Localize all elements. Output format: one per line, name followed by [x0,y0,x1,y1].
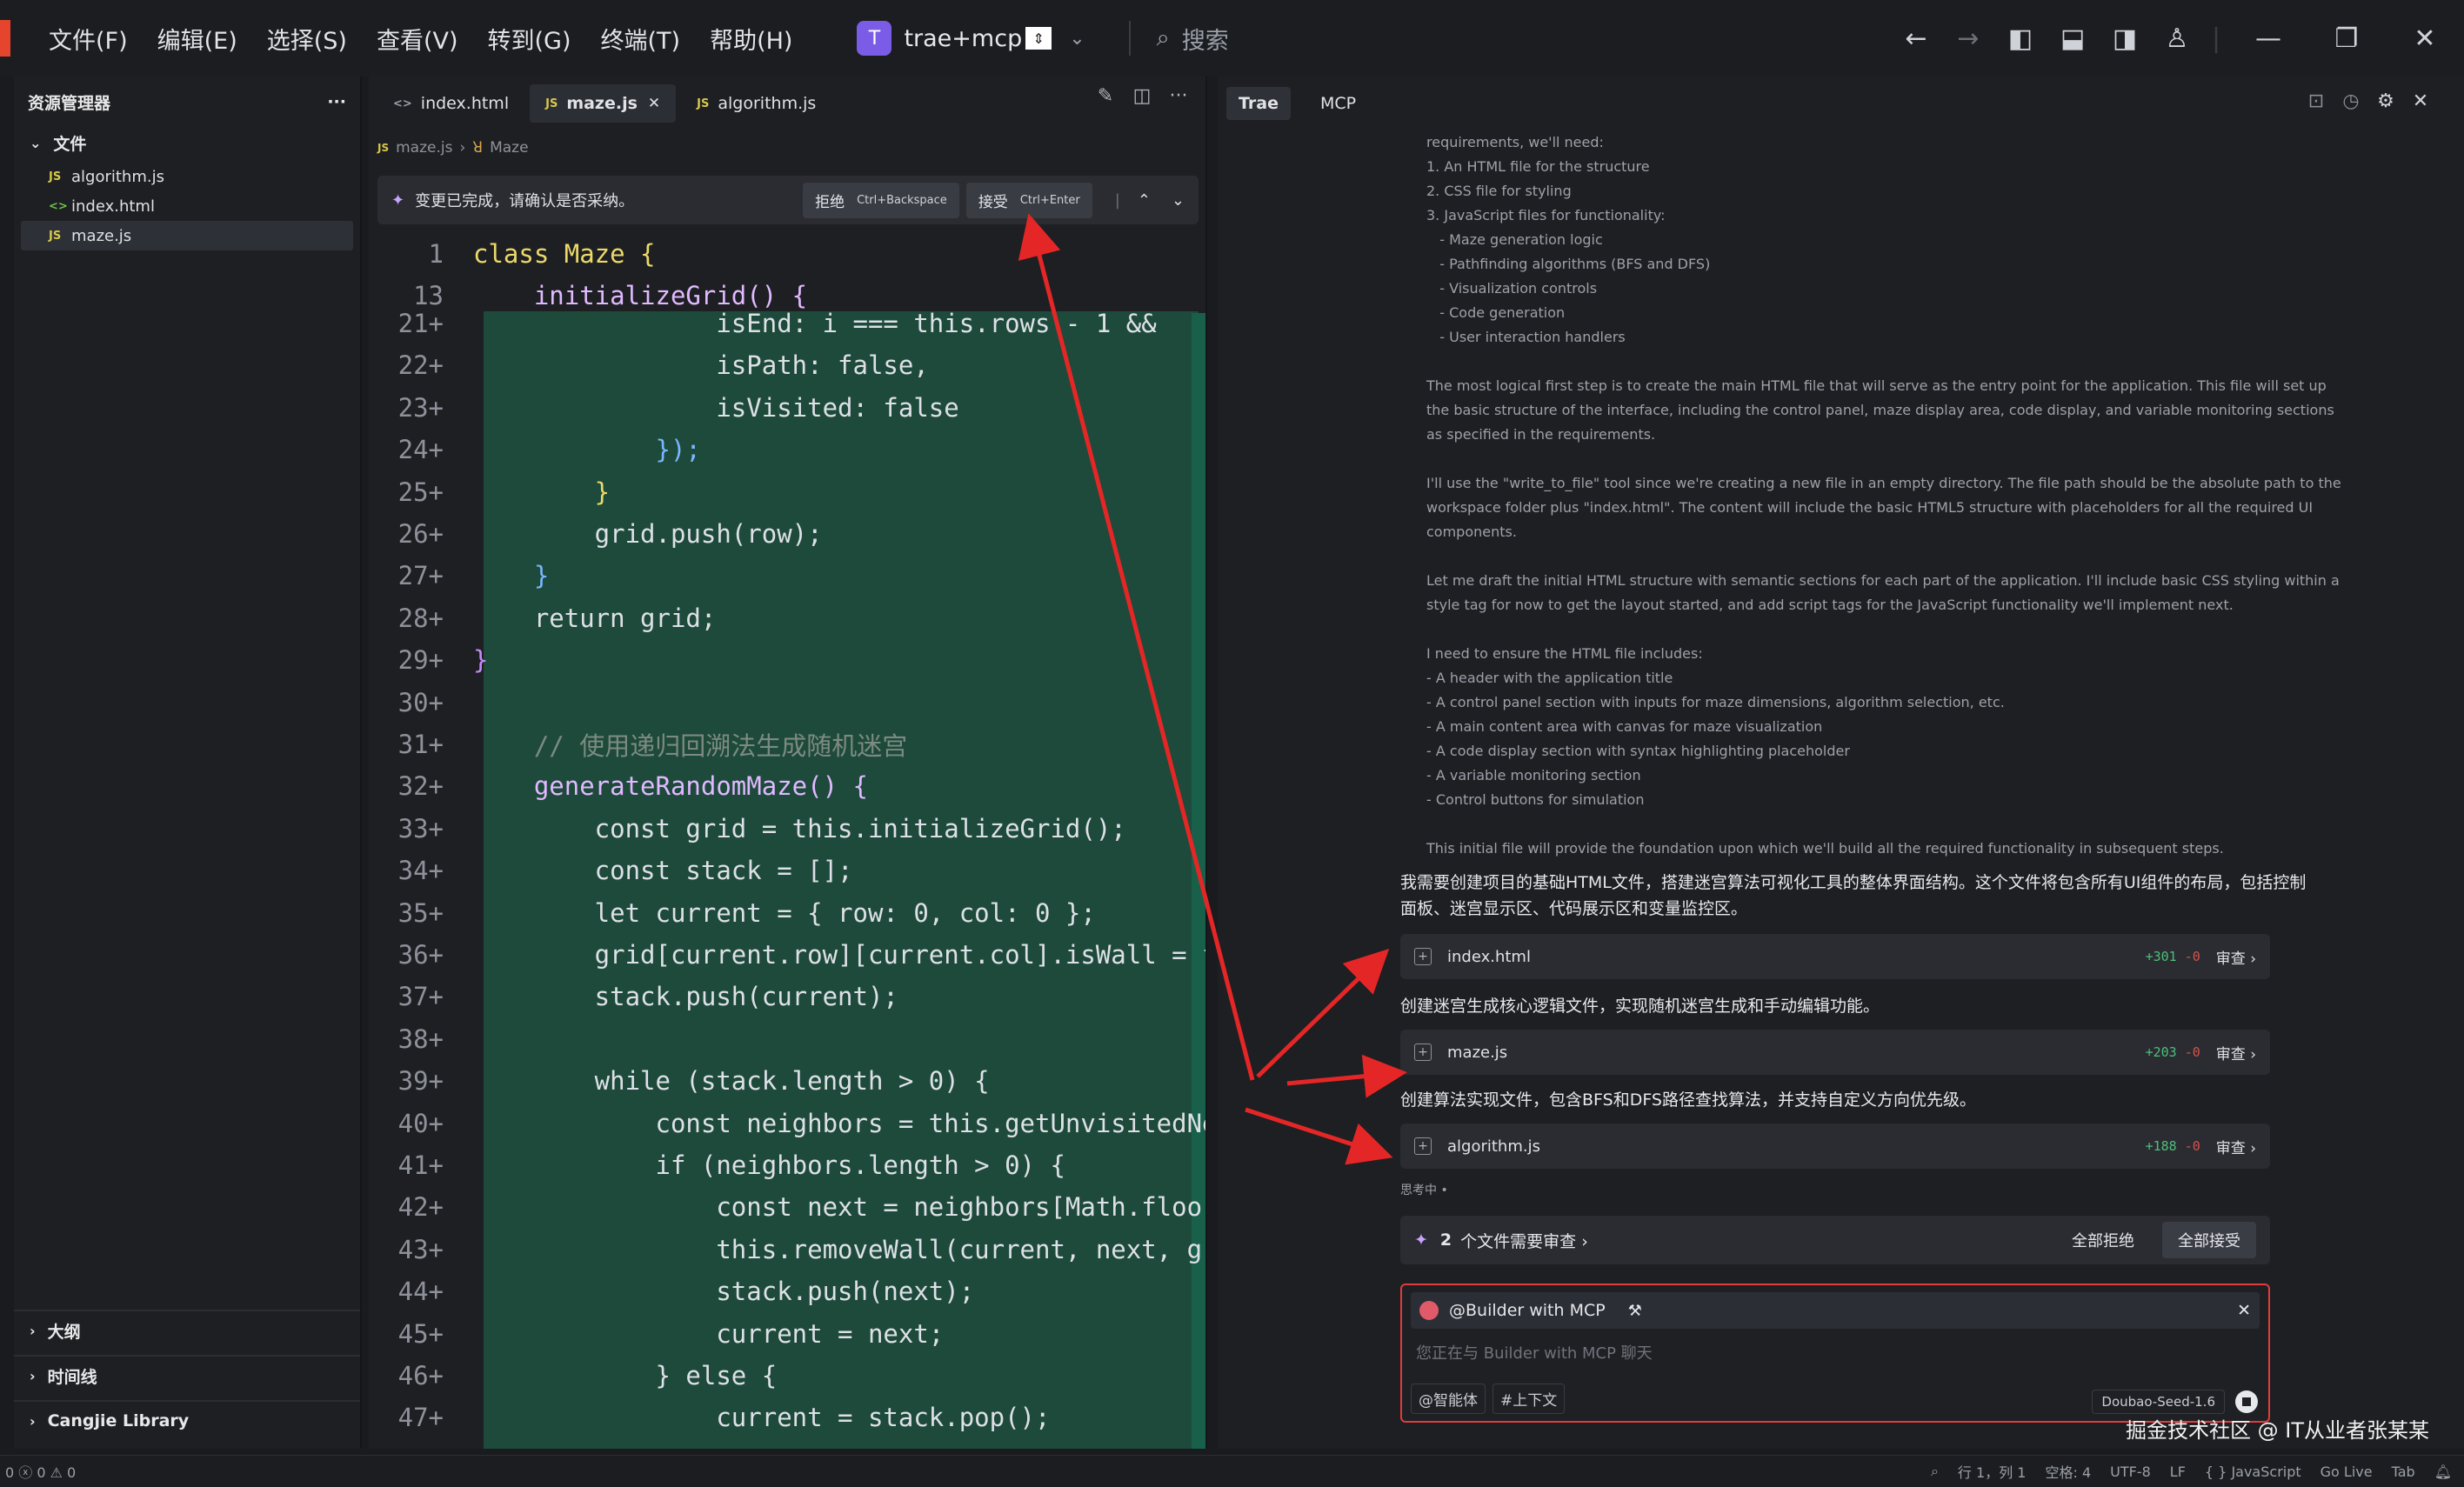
annotation-arrow [1256,949,1390,1078]
indentation[interactable]: 空格: 4 [2045,1461,2091,1482]
line-ending[interactable]: LF [2170,1464,2186,1480]
annotation-arrow [1018,213,1255,1081]
zoom-icon[interactable]: ⌕ [1931,1463,1939,1480]
annotation-arrows [1018,213,1407,1165]
problems-indicator[interactable]: 0 ⓧ 0 ⚠ 0 [5,1461,76,1482]
cursor-position[interactable]: 行 1，列 1 [1958,1461,2027,1482]
status-bar: 0 ⓧ 0 ⚠ 0 ⌕ 行 1，列 1 空格: 4 UTF-8 LF { } J… [0,1455,2464,1486]
annotation-arrow [1245,1107,1393,1165]
tab-mode[interactable]: Tab [2392,1464,2415,1480]
go-live[interactable]: Go Live [2320,1464,2373,1480]
annotation-arrow [1286,1054,1407,1098]
notifications-bell-icon[interactable]: 🔔︎ [2434,1464,2452,1480]
language-mode[interactable]: { } JavaScript [2205,1464,2301,1480]
encoding[interactable]: UTF-8 [2110,1464,2151,1480]
